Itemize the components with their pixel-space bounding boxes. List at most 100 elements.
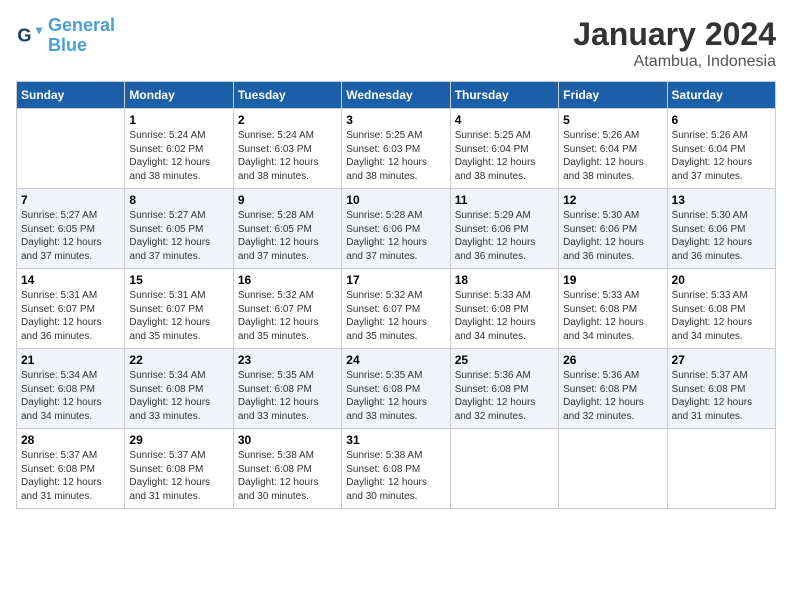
day-info: Sunrise: 5:33 AM Sunset: 6:08 PM Dayligh…: [563, 289, 662, 343]
day-info: Sunrise: 5:24 AM Sunset: 6:02 PM Dayligh…: [129, 129, 228, 183]
calendar-day-cell: 19 Sunrise: 5:33 AM Sunset: 6:08 PM Dayli…: [559, 269, 667, 349]
day-info: Sunrise: 5:37 AM Sunset: 6:08 PM Dayligh…: [672, 369, 771, 423]
day-number: 3: [346, 113, 445, 127]
calendar-day-cell: 7 Sunrise: 5:27 AM Sunset: 6:05 PM Daylig…: [17, 189, 125, 269]
day-info: Sunrise: 5:31 AM Sunset: 6:07 PM Dayligh…: [21, 289, 120, 343]
day-number: 17: [346, 273, 445, 287]
day-number: 25: [455, 353, 554, 367]
day-number: 16: [238, 273, 337, 287]
calendar-day-cell: 31 Sunrise: 5:38 AM Sunset: 6:08 PM Dayli…: [342, 429, 450, 509]
day-number: 20: [672, 273, 771, 287]
calendar-day-cell: 10Sunrise: 5:28 AM Sunset: 6:06 PM Dayli…: [342, 189, 450, 269]
day-number: 7: [21, 193, 120, 207]
day-info: Sunrise: 5:36 AM Sunset: 6:08 PM Dayligh…: [455, 369, 554, 423]
day-number: 27: [672, 353, 771, 367]
calendar-day-cell: 3 Sunrise: 5:25 AM Sunset: 6:03 PM Daylig…: [342, 109, 450, 189]
title-section: January 2024 Atambua, Indonesia: [573, 16, 776, 71]
logo-icon: G: [16, 22, 44, 50]
day-info: Sunrise: 5:34 AM Sunset: 6:08 PM Dayligh…: [129, 369, 228, 423]
weekday-header: Friday: [559, 82, 667, 109]
day-info: Sunrise: 5:36 AM Sunset: 6:08 PM Dayligh…: [563, 369, 662, 423]
day-info: Sunrise: 5:35 AM Sunset: 6:08 PM Dayligh…: [238, 369, 337, 423]
day-number: 24: [346, 353, 445, 367]
calendar-day-cell: 4Sunrise: 5:25 AM Sunset: 6:04 PM Daylig…: [450, 109, 558, 189]
day-number: 6: [672, 113, 771, 127]
day-number: 1: [129, 113, 228, 127]
day-info: Sunrise: 5:30 AM Sunset: 6:06 PM Dayligh…: [672, 209, 771, 263]
day-number: 29: [129, 433, 228, 447]
day-info: Sunrise: 5:38 AM Sunset: 6:08 PM Dayligh…: [238, 449, 337, 503]
calendar-day-cell: 28 Sunrise: 5:37 AM Sunset: 6:08 PM Dayli…: [17, 429, 125, 509]
calendar-day-cell: 1 Sunrise: 5:24 AM Sunset: 6:02 PM Daylig…: [125, 109, 233, 189]
calendar-day-cell: 30 Sunrise: 5:38 AM Sunset: 6:08 PM Dayli…: [233, 429, 341, 509]
empty-cell: [17, 109, 125, 189]
calendar-day-cell: 16 Sunrise: 5:32 AM Sunset: 6:07 PM Dayli…: [233, 269, 341, 349]
day-info: Sunrise: 5:32 AM Sunset: 6:07 PM Dayligh…: [238, 289, 337, 343]
calendar-table: SundayMondayTuesdayWednesdayThursdayFrid…: [16, 81, 776, 509]
calendar-day-cell: 13 Sunrise: 5:30 AM Sunset: 6:06 PM Dayli…: [667, 189, 775, 269]
day-info: Sunrise: 5:25 AM Sunset: 6:04 PM Dayligh…: [455, 129, 554, 183]
calendar-day-cell: 29 Sunrise: 5:37 AM Sunset: 6:08 PM Dayli…: [125, 429, 233, 509]
calendar-day-cell: 27 Sunrise: 5:37 AM Sunset: 6:08 PM Dayli…: [667, 349, 775, 429]
day-info: Sunrise: 5:31 AM Sunset: 6:07 PM Dayligh…: [129, 289, 228, 343]
weekday-header: Tuesday: [233, 82, 341, 109]
day-info: Sunrise: 5:35 AM Sunset: 6:08 PM Dayligh…: [346, 369, 445, 423]
svg-text:G: G: [17, 25, 31, 45]
calendar-week-row: 14 Sunrise: 5:31 AM Sunset: 6:07 PM Dayli…: [17, 269, 776, 349]
empty-cell: [559, 429, 667, 509]
day-number: 21: [21, 353, 120, 367]
calendar-day-cell: 14 Sunrise: 5:31 AM Sunset: 6:07 PM Dayli…: [17, 269, 125, 349]
day-info: Sunrise: 5:37 AM Sunset: 6:08 PM Dayligh…: [129, 449, 228, 503]
calendar-day-cell: 11Sunrise: 5:29 AM Sunset: 6:06 PM Dayli…: [450, 189, 558, 269]
calendar-day-cell: 18 Sunrise: 5:33 AM Sunset: 6:08 PM Dayli…: [450, 269, 558, 349]
calendar-day-cell: 8 Sunrise: 5:27 AM Sunset: 6:05 PM Daylig…: [125, 189, 233, 269]
day-number: 28: [21, 433, 120, 447]
day-number: 2: [238, 113, 337, 127]
weekday-header: Wednesday: [342, 82, 450, 109]
weekday-header: Sunday: [17, 82, 125, 109]
day-info: Sunrise: 5:26 AM Sunset: 6:04 PM Dayligh…: [563, 129, 662, 183]
day-number: 26: [563, 353, 662, 367]
calendar-day-cell: 25 Sunrise: 5:36 AM Sunset: 6:08 PM Dayli…: [450, 349, 558, 429]
calendar-week-row: 7 Sunrise: 5:27 AM Sunset: 6:05 PM Daylig…: [17, 189, 776, 269]
day-info: Sunrise: 5:28 AM Sunset: 6:05 PM Dayligh…: [238, 209, 337, 263]
day-info: Sunrise: 5:37 AM Sunset: 6:08 PM Dayligh…: [21, 449, 120, 503]
calendar-day-cell: 21 Sunrise: 5:34 AM Sunset: 6:08 PM Dayli…: [17, 349, 125, 429]
day-number: 30: [238, 433, 337, 447]
day-info: Sunrise: 5:33 AM Sunset: 6:08 PM Dayligh…: [672, 289, 771, 343]
day-number: 18: [455, 273, 554, 287]
calendar-week-row: 21 Sunrise: 5:34 AM Sunset: 6:08 PM Dayli…: [17, 349, 776, 429]
calendar-day-cell: 17 Sunrise: 5:32 AM Sunset: 6:07 PM Dayli…: [342, 269, 450, 349]
weekday-header: Thursday: [450, 82, 558, 109]
day-info: Sunrise: 5:30 AM Sunset: 6:06 PM Dayligh…: [563, 209, 662, 263]
day-number: 8: [129, 193, 228, 207]
calendar-day-cell: 5Sunrise: 5:26 AM Sunset: 6:04 PM Daylig…: [559, 109, 667, 189]
calendar-day-cell: 26 Sunrise: 5:36 AM Sunset: 6:08 PM Dayli…: [559, 349, 667, 429]
day-number: 13: [672, 193, 771, 207]
day-info: Sunrise: 5:27 AM Sunset: 6:05 PM Dayligh…: [129, 209, 228, 263]
day-number: 31: [346, 433, 445, 447]
day-info: Sunrise: 5:26 AM Sunset: 6:04 PM Dayligh…: [672, 129, 771, 183]
day-info: Sunrise: 5:27 AM Sunset: 6:05 PM Dayligh…: [21, 209, 120, 263]
day-number: 9: [238, 193, 337, 207]
day-info: Sunrise: 5:33 AM Sunset: 6:08 PM Dayligh…: [455, 289, 554, 343]
calendar-day-cell: 22 Sunrise: 5:34 AM Sunset: 6:08 PM Dayli…: [125, 349, 233, 429]
calendar-header-row: SundayMondayTuesdayWednesdayThursdayFrid…: [17, 82, 776, 109]
day-number: 14: [21, 273, 120, 287]
day-number: 22: [129, 353, 228, 367]
weekday-header: Saturday: [667, 82, 775, 109]
day-info: Sunrise: 5:34 AM Sunset: 6:08 PM Dayligh…: [21, 369, 120, 423]
day-info: Sunrise: 5:25 AM Sunset: 6:03 PM Dayligh…: [346, 129, 445, 183]
day-info: Sunrise: 5:29 AM Sunset: 6:06 PM Dayligh…: [455, 209, 554, 263]
day-number: 12: [563, 193, 662, 207]
day-info: Sunrise: 5:32 AM Sunset: 6:07 PM Dayligh…: [346, 289, 445, 343]
day-number: 19: [563, 273, 662, 287]
day-info: Sunrise: 5:38 AM Sunset: 6:08 PM Dayligh…: [346, 449, 445, 503]
calendar-day-cell: 24 Sunrise: 5:35 AM Sunset: 6:08 PM Dayli…: [342, 349, 450, 429]
location-subtitle: Atambua, Indonesia: [573, 53, 776, 71]
day-number: 15: [129, 273, 228, 287]
day-number: 23: [238, 353, 337, 367]
day-info: Sunrise: 5:28 AM Sunset: 6:06 PM Dayligh…: [346, 209, 445, 263]
calendar-day-cell: 15 Sunrise: 5:31 AM Sunset: 6:07 PM Dayli…: [125, 269, 233, 349]
calendar-day-cell: 12 Sunrise: 5:30 AM Sunset: 6:06 PM Dayli…: [559, 189, 667, 269]
